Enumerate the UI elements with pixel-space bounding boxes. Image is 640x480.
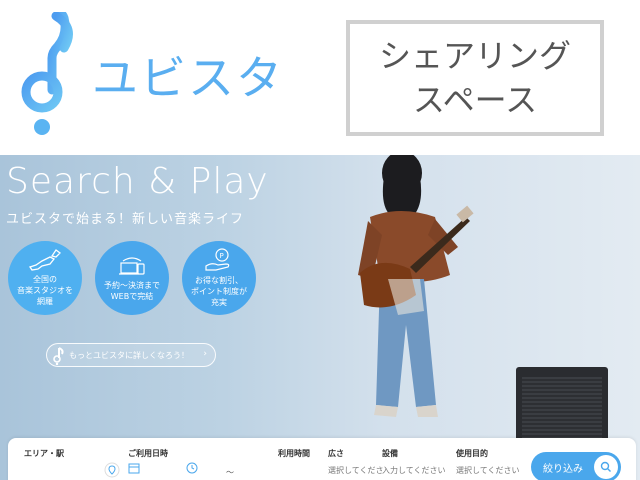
clock-icon[interactable] (186, 462, 198, 474)
feature-2-line-1: 予約〜決済まで (104, 280, 160, 290)
feature-circle-web-booking: 予約〜決済まで WEBで完結 (95, 241, 169, 315)
chevron-right-icon: › (203, 349, 207, 359)
music-note-logo-icon[interactable] (18, 9, 88, 142)
points-hand-icon: P (205, 248, 230, 271)
equipment-label: 設備 (382, 449, 398, 458)
learn-more-button[interactable]: もっとユビスタに詳しくなろう！ › (46, 343, 216, 367)
filter-button-label: 絞り込み (543, 463, 583, 475)
feature-1-line-1: 全国の (33, 275, 57, 284)
title-line-2: スペース (412, 81, 538, 119)
time-label: 利用時間 (278, 449, 310, 458)
learn-more-label: もっとユビスタに詳しくなろう！ (69, 350, 189, 360)
feature-3-line-3: 充実 (211, 298, 227, 307)
size-label: 広さ (328, 449, 344, 458)
feature-1-line-3: 網羅 (37, 297, 53, 306)
area-label: エリア・駅 (24, 449, 64, 458)
hero-heading: Search & Play (6, 161, 269, 202)
search-panel: エリア・駅 ご利用日時 〜 利用時間 広さ 選択してくださ 設備 入力してくださ… (8, 438, 636, 480)
feature-2-line-2: WEBで完結 (110, 291, 154, 301)
size-select[interactable]: 選択してくださ (328, 465, 384, 476)
feature-1-line-2: 音楽スタジオを (17, 286, 73, 295)
purpose-label: 使用目的 (456, 449, 488, 458)
guitarist-photo (358, 155, 474, 417)
hero-subheading: ユビスタで始まる！新しい音楽ライフ (6, 212, 245, 227)
feature-circle-studios: 全国の 音楽スタジオを 網羅 (8, 241, 82, 315)
title-line-1: シェアリング (378, 37, 571, 75)
laptop-phone-icon (119, 256, 145, 275)
filter-search-button[interactable]: 絞り込み (531, 452, 621, 480)
guitar-amplifier-photo (516, 367, 608, 447)
date-range-separator: 〜 (226, 468, 234, 477)
feature-3-line-1: お得な割引、 (195, 276, 243, 285)
search-icon (594, 455, 618, 479)
japan-map-icon (28, 249, 61, 271)
equipment-input[interactable]: 入力してください (382, 465, 446, 476)
sharing-space-title-box: シェアリング スペース (346, 20, 604, 136)
purpose-select[interactable]: 選択してください (456, 465, 520, 476)
date-label: ご利用日時 (128, 449, 168, 458)
svg-text:P: P (220, 252, 224, 260)
location-pin-icon[interactable] (104, 462, 120, 478)
hero-banner: Search & Play ユビスタで始まる！新しい音楽ライフ 全国の 音楽スタ… (0, 155, 640, 480)
calendar-icon[interactable] (128, 462, 140, 474)
brand-name: ユビスタ (92, 51, 284, 105)
site-header: ユビスタ シェアリング スペース (0, 0, 640, 155)
feature-circle-points: P お得な割引、 ポイント制度が 充実 (182, 241, 256, 315)
music-note-icon (53, 347, 64, 365)
feature-3-line-2: ポイント制度が (191, 287, 247, 296)
